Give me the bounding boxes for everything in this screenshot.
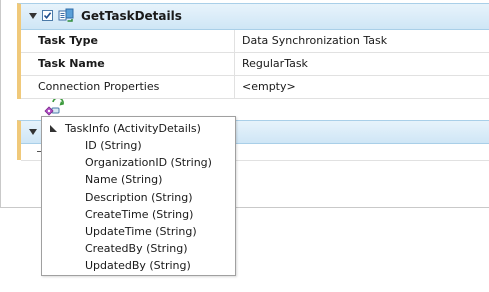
property-row-task-name: Task Name RegularTask bbox=[21, 53, 489, 76]
checkmark-icon bbox=[43, 12, 52, 20]
collapse-arrow-icon[interactable] bbox=[29, 13, 37, 19]
tree-item[interactable]: UpdatedBy (String) bbox=[85, 257, 191, 274]
property-value[interactable]: <empty> bbox=[242, 79, 296, 95]
field-picker-popup[interactable]: TaskInfo (ActivityDetails) ID (String) O… bbox=[41, 116, 236, 276]
tree-item[interactable]: UpdateTime (String) bbox=[85, 223, 197, 240]
tree-item[interactable]: Name (String) bbox=[85, 171, 162, 188]
workflow-canvas: GetTaskDetails Task Type Data Synchroniz… bbox=[0, 0, 489, 292]
expanded-triangle-icon[interactable] bbox=[50, 125, 57, 132]
property-value[interactable]: Data Synchronization Task bbox=[242, 33, 387, 49]
property-row-task-type: Task Type Data Synchronization Task bbox=[21, 30, 489, 53]
tree-item[interactable]: CreateTime (String) bbox=[85, 206, 193, 223]
property-value[interactable]: RegularTask bbox=[242, 56, 308, 72]
property-key: Connection Properties bbox=[38, 80, 160, 93]
tree-item[interactable]: Description (String) bbox=[85, 189, 193, 206]
column-divider bbox=[234, 53, 235, 75]
tree-item[interactable]: CreatedBy (String) bbox=[85, 240, 188, 257]
tree-root-label: TaskInfo (ActivityDetails) bbox=[65, 122, 201, 135]
task-enabled-checkbox[interactable] bbox=[42, 10, 53, 21]
field-mapping-icon[interactable] bbox=[43, 97, 67, 117]
property-key: Task Type bbox=[38, 34, 98, 47]
property-row-connection-properties: Connection Properties <empty> bbox=[21, 76, 489, 99]
task-card: GetTaskDetails Task Type Data Synchroniz… bbox=[17, 3, 489, 99]
column-divider bbox=[234, 30, 235, 52]
tree-item[interactable]: ID (String) bbox=[85, 137, 142, 154]
task-card-header[interactable]: GetTaskDetails bbox=[21, 4, 489, 30]
task-icon bbox=[58, 8, 74, 24]
property-key: Task Name bbox=[38, 57, 105, 70]
task-card-title: GetTaskDetails bbox=[81, 9, 182, 23]
tree-item[interactable]: OrganizationID (String) bbox=[85, 154, 212, 171]
collapse-arrow-icon[interactable] bbox=[29, 129, 37, 135]
column-divider bbox=[234, 76, 235, 98]
